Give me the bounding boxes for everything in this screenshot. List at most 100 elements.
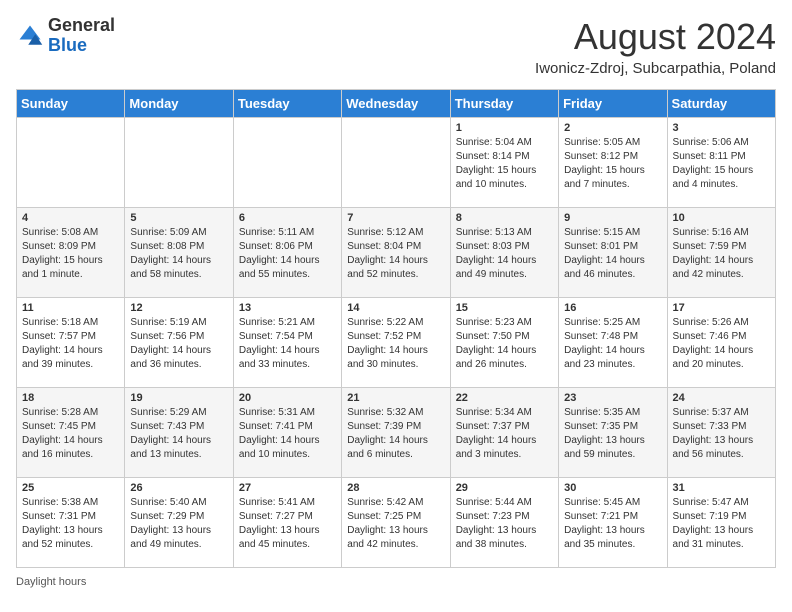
day-number: 14 — [347, 302, 444, 314]
day-info: Sunrise: 5:25 AM Sunset: 7:48 PM Dayligh… — [564, 316, 661, 372]
day-number: 16 — [564, 302, 661, 314]
day-cell: 26 Sunrise: 5:40 AM Sunset: 7:29 PM Dayli… — [125, 478, 233, 568]
day-info: Sunrise: 5:45 AM Sunset: 7:21 PM Dayligh… — [564, 496, 661, 552]
logo-general: General — [48, 15, 115, 35]
day-number: 12 — [130, 302, 227, 314]
day-cell: 30 Sunrise: 5:45 AM Sunset: 7:21 PM Dayli… — [559, 478, 667, 568]
week-row-5: 25 Sunrise: 5:38 AM Sunset: 7:31 PM Dayli… — [17, 478, 776, 568]
day-info: Sunrise: 5:28 AM Sunset: 7:45 PM Dayligh… — [22, 406, 119, 462]
col-header-thursday: Thursday — [450, 90, 558, 118]
day-cell: 9Sunrise: 5:15 AM Sunset: 8:01 PM Daylig… — [559, 208, 667, 298]
day-number: 15 — [456, 302, 553, 314]
day-info: Sunrise: 5:18 AM Sunset: 7:57 PM Dayligh… — [22, 316, 119, 372]
day-info: Sunrise: 5:26 AM Sunset: 7:46 PM Dayligh… — [673, 316, 770, 372]
day-cell: 25 Sunrise: 5:38 AM Sunset: 7:31 PM Dayli… — [17, 478, 125, 568]
day-cell: 24 Sunrise: 5:37 AM Sunset: 7:33 PM Dayli… — [667, 388, 775, 478]
day-cell: 17 Sunrise: 5:26 AM Sunset: 7:46 PM Dayli… — [667, 298, 775, 388]
day-number: 4 — [22, 212, 119, 224]
day-cell: 8 Sunrise: 5:13 AM Sunset: 8:03 PM Daylig… — [450, 208, 558, 298]
logo: General Blue — [16, 16, 115, 56]
day-info: Sunrise: 5:31 AM Sunset: 7:41 PM Dayligh… — [239, 406, 336, 462]
day-cell: 3 Sunrise: 5:06 AM Sunset: 8:11 PM Daylig… — [667, 118, 775, 208]
col-header-saturday: Saturday — [667, 90, 775, 118]
day-number: 9 — [564, 212, 661, 224]
day-cell: 27Sunrise: 5:41 AM Sunset: 7:27 PM Dayli… — [233, 478, 341, 568]
day-cell: 28 Sunrise: 5:42 AM Sunset: 7:25 PM Dayli… — [342, 478, 450, 568]
logo-text: General Blue — [48, 16, 115, 56]
day-number: 28 — [347, 482, 444, 494]
day-number: 7 — [347, 212, 444, 224]
day-number: 8 — [456, 212, 553, 224]
day-info: Sunrise: 5:12 AM Sunset: 8:04 PM Dayligh… — [347, 226, 444, 282]
day-number: 26 — [130, 482, 227, 494]
col-header-monday: Monday — [125, 90, 233, 118]
day-info: Sunrise: 5:21 AM Sunset: 7:54 PM Dayligh… — [239, 316, 336, 372]
day-info: Sunrise: 5:40 AM Sunset: 7:29 PM Dayligh… — [130, 496, 227, 552]
col-header-tuesday: Tuesday — [233, 90, 341, 118]
day-info: Sunrise: 5:34 AM Sunset: 7:37 PM Dayligh… — [456, 406, 553, 462]
day-cell: 23 Sunrise: 5:35 AM Sunset: 7:35 PM Dayli… — [559, 388, 667, 478]
day-number: 31 — [673, 482, 770, 494]
day-cell: 11Sunrise: 5:18 AM Sunset: 7:57 PM Dayli… — [17, 298, 125, 388]
day-number: 3 — [673, 122, 770, 134]
day-info: Sunrise: 5:11 AM Sunset: 8:06 PM Dayligh… — [239, 226, 336, 282]
day-info: Sunrise: 5:47 AM Sunset: 7:19 PM Dayligh… — [673, 496, 770, 552]
day-cell: 22Sunrise: 5:34 AM Sunset: 7:37 PM Dayli… — [450, 388, 558, 478]
day-info: Sunrise: 5:35 AM Sunset: 7:35 PM Dayligh… — [564, 406, 661, 462]
day-info: Sunrise: 5:06 AM Sunset: 8:11 PM Dayligh… — [673, 136, 770, 192]
day-info: Sunrise: 5:37 AM Sunset: 7:33 PM Dayligh… — [673, 406, 770, 462]
day-number: 19 — [130, 392, 227, 404]
day-number: 10 — [673, 212, 770, 224]
day-cell: 29Sunrise: 5:44 AM Sunset: 7:23 PM Dayli… — [450, 478, 558, 568]
day-cell: 4 Sunrise: 5:08 AM Sunset: 8:09 PM Daylig… — [17, 208, 125, 298]
day-cell — [233, 118, 341, 208]
day-info: Sunrise: 5:38 AM Sunset: 7:31 PM Dayligh… — [22, 496, 119, 552]
day-cell: 14Sunrise: 5:22 AM Sunset: 7:52 PM Dayli… — [342, 298, 450, 388]
day-cell: 5 Sunrise: 5:09 AM Sunset: 8:08 PM Daylig… — [125, 208, 233, 298]
calendar-header-row: SundayMondayTuesdayWednesdayThursdayFrid… — [17, 90, 776, 118]
day-number: 6 — [239, 212, 336, 224]
month-year-title: August 2024 — [535, 16, 776, 58]
week-row-4: 18 Sunrise: 5:28 AM Sunset: 7:45 PM Dayli… — [17, 388, 776, 478]
day-cell: 31 Sunrise: 5:47 AM Sunset: 7:19 PM Dayli… — [667, 478, 775, 568]
day-number: 18 — [22, 392, 119, 404]
day-number: 23 — [564, 392, 661, 404]
day-info: Sunrise: 5:08 AM Sunset: 8:09 PM Dayligh… — [22, 226, 119, 282]
day-number: 25 — [22, 482, 119, 494]
day-number: 20 — [239, 392, 336, 404]
day-info: Sunrise: 5:42 AM Sunset: 7:25 PM Dayligh… — [347, 496, 444, 552]
day-cell: 15 Sunrise: 5:23 AM Sunset: 7:50 PM Dayli… — [450, 298, 558, 388]
week-row-1: 1 Sunrise: 5:04 AM Sunset: 8:14 PM Daylig… — [17, 118, 776, 208]
day-info: Sunrise: 5:13 AM Sunset: 8:03 PM Dayligh… — [456, 226, 553, 282]
day-info: Sunrise: 5:32 AM Sunset: 7:39 PM Dayligh… — [347, 406, 444, 462]
day-info: Sunrise: 5:04 AM Sunset: 8:14 PM Dayligh… — [456, 136, 553, 192]
day-cell — [342, 118, 450, 208]
day-cell: 2Sunrise: 5:05 AM Sunset: 8:12 PM Daylig… — [559, 118, 667, 208]
day-info: Sunrise: 5:23 AM Sunset: 7:50 PM Dayligh… — [456, 316, 553, 372]
day-cell: 12 Sunrise: 5:19 AM Sunset: 7:56 PM Dayli… — [125, 298, 233, 388]
day-cell — [17, 118, 125, 208]
logo-blue: Blue — [48, 35, 87, 55]
day-number: 21 — [347, 392, 444, 404]
col-header-wednesday: Wednesday — [342, 90, 450, 118]
col-header-sunday: Sunday — [17, 90, 125, 118]
day-cell: 21 Sunrise: 5:32 AM Sunset: 7:39 PM Dayli… — [342, 388, 450, 478]
title-block: August 2024 Iwonicz-Zdroj, Subcarpathia,… — [535, 16, 776, 77]
day-info: Sunrise: 5:09 AM Sunset: 8:08 PM Dayligh… — [130, 226, 227, 282]
day-number: 24 — [673, 392, 770, 404]
logo-icon — [16, 22, 44, 50]
daylight-label: Daylight hours — [16, 576, 86, 588]
day-number: 17 — [673, 302, 770, 314]
day-number: 5 — [130, 212, 227, 224]
day-number: 1 — [456, 122, 553, 134]
day-info: Sunrise: 5:41 AM Sunset: 7:27 PM Dayligh… — [239, 496, 336, 552]
day-info: Sunrise: 5:19 AM Sunset: 7:56 PM Dayligh… — [130, 316, 227, 372]
location-subtitle: Iwonicz-Zdroj, Subcarpathia, Poland — [535, 60, 776, 77]
day-cell: 13Sunrise: 5:21 AM Sunset: 7:54 PM Dayli… — [233, 298, 341, 388]
day-cell: 16 Sunrise: 5:25 AM Sunset: 7:48 PM Dayli… — [559, 298, 667, 388]
calendar-table: SundayMondayTuesdayWednesdayThursdayFrid… — [16, 89, 776, 568]
day-number: 30 — [564, 482, 661, 494]
day-cell: 6 Sunrise: 5:11 AM Sunset: 8:06 PM Daylig… — [233, 208, 341, 298]
day-info: Sunrise: 5:44 AM Sunset: 7:23 PM Dayligh… — [456, 496, 553, 552]
day-info: Sunrise: 5:05 AM Sunset: 8:12 PM Dayligh… — [564, 136, 661, 192]
